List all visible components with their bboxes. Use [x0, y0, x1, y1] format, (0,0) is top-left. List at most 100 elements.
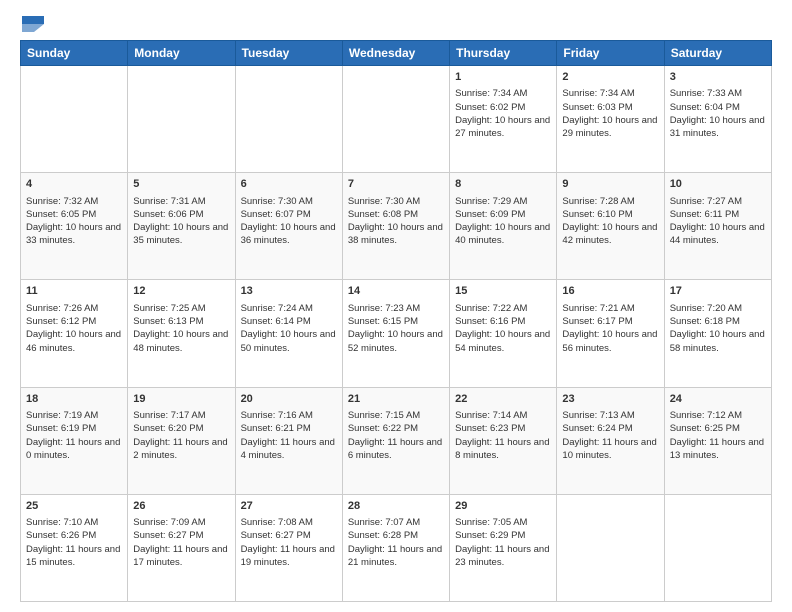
sunrise-text: Sunrise: 7:22 AM — [455, 302, 551, 315]
sunrise-text: Sunrise: 7:21 AM — [562, 302, 658, 315]
sunset-text: Sunset: 6:05 PM — [26, 208, 122, 221]
daylight-text: Daylight: 11 hours and 17 minutes. — [133, 543, 229, 570]
calendar-cell: 17Sunrise: 7:20 AMSunset: 6:18 PMDayligh… — [664, 280, 771, 387]
sunset-text: Sunset: 6:23 PM — [455, 422, 551, 435]
sunset-text: Sunset: 6:11 PM — [670, 208, 766, 221]
daylight-text: Daylight: 10 hours and 36 minutes. — [241, 221, 337, 248]
sunset-text: Sunset: 6:21 PM — [241, 422, 337, 435]
day-number: 12 — [133, 284, 229, 299]
daylight-text: Daylight: 10 hours and 46 minutes. — [26, 328, 122, 355]
day-of-week-header: Tuesday — [235, 41, 342, 66]
sunrise-text: Sunrise: 7:33 AM — [670, 87, 766, 100]
calendar-cell: 24Sunrise: 7:12 AMSunset: 6:25 PMDayligh… — [664, 387, 771, 494]
calendar-cell: 25Sunrise: 7:10 AMSunset: 6:26 PMDayligh… — [21, 494, 128, 601]
daylight-text: Daylight: 11 hours and 13 minutes. — [670, 436, 766, 463]
daylight-text: Daylight: 11 hours and 0 minutes. — [26, 436, 122, 463]
sunset-text: Sunset: 6:16 PM — [455, 315, 551, 328]
day-number: 23 — [562, 392, 658, 407]
daylight-text: Daylight: 10 hours and 58 minutes. — [670, 328, 766, 355]
calendar-cell: 19 Sunrise: 7:17 AMSunset: 6:20 PMDayligh… — [128, 387, 235, 494]
calendar-cell: 8Sunrise: 7:29 AMSunset: 6:09 PMDaylight… — [450, 173, 557, 280]
calendar-cell — [235, 66, 342, 173]
sunset-text: Sunset: 6:27 PM — [241, 529, 337, 542]
calendar-header-row: SundayMondayTuesdayWednesdayThursdayFrid… — [21, 41, 772, 66]
daylight-text: Daylight: 10 hours and 31 minutes. — [670, 114, 766, 141]
calendar-cell — [128, 66, 235, 173]
calendar-cell: 20Sunrise: 7:16 AMSunset: 6:21 PMDayligh… — [235, 387, 342, 494]
daylight-text: Daylight: 10 hours and 48 minutes. — [133, 328, 229, 355]
calendar-cell: 26Sunrise: 7:09 AMSunset: 6:27 PMDayligh… — [128, 494, 235, 601]
daylight-text: Daylight: 11 hours and 8 minutes. — [455, 436, 551, 463]
header — [20, 16, 772, 32]
daylight-text: Daylight: 11 hours and 10 minutes. — [562, 436, 658, 463]
calendar-cell — [342, 66, 449, 173]
daylight-text: Daylight: 11 hours and 19 minutes. — [241, 543, 337, 570]
sunset-text: Sunset: 6:26 PM — [26, 529, 122, 542]
day-number: 19 — [133, 392, 229, 407]
day-of-week-header: Monday — [128, 41, 235, 66]
sunset-text: Sunset: 6:08 PM — [348, 208, 444, 221]
calendar-cell: 7Sunrise: 7:30 AMSunset: 6:08 PMDaylight… — [342, 173, 449, 280]
day-number: 9 — [562, 177, 658, 192]
sunrise-text: Sunrise: 7:07 AM — [348, 516, 444, 529]
page: SundayMondayTuesdayWednesdayThursdayFrid… — [0, 0, 792, 612]
day-number: 13 — [241, 284, 337, 299]
sunset-text: Sunset: 6:28 PM — [348, 529, 444, 542]
calendar-cell: 10Sunrise: 7:27 AMSunset: 6:11 PMDayligh… — [664, 173, 771, 280]
sunrise-text: Sunrise: 7:20 AM — [670, 302, 766, 315]
calendar-cell: 14Sunrise: 7:23 AMSunset: 6:15 PMDayligh… — [342, 280, 449, 387]
sunset-text: Sunset: 6:20 PM — [133, 422, 229, 435]
sunset-text: Sunset: 6:13 PM — [133, 315, 229, 328]
calendar-cell: 15Sunrise: 7:22 AMSunset: 6:16 PMDayligh… — [450, 280, 557, 387]
day-number: 29 — [455, 499, 551, 514]
sunrise-text: Sunrise: 7:32 AM — [26, 195, 122, 208]
daylight-text: Daylight: 10 hours and 27 minutes. — [455, 114, 551, 141]
sunrise-text: Sunrise: 7:10 AM — [26, 516, 122, 529]
calendar-cell: 27 Sunrise: 7:08 AMSunset: 6:27 PMDayligh… — [235, 494, 342, 601]
sunset-text: Sunset: 6:17 PM — [562, 315, 658, 328]
sunset-text: Sunset: 6:29 PM — [455, 529, 551, 542]
daylight-text: Daylight: 10 hours and 52 minutes. — [348, 328, 444, 355]
sunset-text: Sunset: 6:15 PM — [348, 315, 444, 328]
calendar-cell: 4Sunrise: 7:32 AMSunset: 6:05 PMDaylight… — [21, 173, 128, 280]
daylight-text: Daylight: 10 hours and 42 minutes. — [562, 221, 658, 248]
sunrise-text: Sunrise: 7:09 AM — [133, 516, 229, 529]
calendar-cell: 13Sunrise: 7:24 AMSunset: 6:14 PMDayligh… — [235, 280, 342, 387]
day-number: 3 — [670, 70, 766, 85]
day-number: 2 — [562, 70, 658, 85]
calendar-cell: 23Sunrise: 7:13 AMSunset: 6:24 PMDayligh… — [557, 387, 664, 494]
daylight-text: Daylight: 11 hours and 15 minutes. — [26, 543, 122, 570]
logo-flag-icon — [22, 16, 44, 32]
sunrise-text: Sunrise: 7:24 AM — [241, 302, 337, 315]
calendar-cell: 6Sunrise: 7:30 AMSunset: 6:07 PMDaylight… — [235, 173, 342, 280]
calendar-cell — [557, 494, 664, 601]
sunrise-text: Sunrise: 7:30 AM — [348, 195, 444, 208]
calendar-cell: 5Sunrise: 7:31 AMSunset: 6:06 PMDaylight… — [128, 173, 235, 280]
calendar-week-row: 1Sunrise: 7:34 AMSunset: 6:02 PMDaylight… — [21, 66, 772, 173]
day-number: 7 — [348, 177, 444, 192]
day-number: 21 — [348, 392, 444, 407]
daylight-text: Daylight: 11 hours and 6 minutes. — [348, 436, 444, 463]
day-number: 16 — [562, 284, 658, 299]
day-number: 22 — [455, 392, 551, 407]
day-number: 14 — [348, 284, 444, 299]
daylight-text: Daylight: 10 hours and 56 minutes. — [562, 328, 658, 355]
calendar-cell: 9Sunrise: 7:28 AMSunset: 6:10 PMDaylight… — [557, 173, 664, 280]
day-number: 28 — [348, 499, 444, 514]
day-number: 15 — [455, 284, 551, 299]
daylight-text: Daylight: 10 hours and 50 minutes. — [241, 328, 337, 355]
daylight-text: Daylight: 11 hours and 2 minutes. — [133, 436, 229, 463]
day-of-week-header: Saturday — [664, 41, 771, 66]
sunrise-text: Sunrise: 7:08 AM — [241, 516, 337, 529]
calendar-cell: 18Sunrise: 7:19 AMSunset: 6:19 PMDayligh… — [21, 387, 128, 494]
day-number: 27 — [241, 499, 337, 514]
calendar-cell: 3Sunrise: 7:33 AMSunset: 6:04 PMDaylight… — [664, 66, 771, 173]
sunrise-text: Sunrise: 7:12 AM — [670, 409, 766, 422]
sunrise-text: Sunrise: 7:25 AM — [133, 302, 229, 315]
calendar-cell: 12 Sunrise: 7:25 AMSunset: 6:13 PMDayligh… — [128, 280, 235, 387]
sunset-text: Sunset: 6:19 PM — [26, 422, 122, 435]
day-number: 6 — [241, 177, 337, 192]
sunrise-text: Sunrise: 7:17 AM — [133, 409, 229, 422]
daylight-text: Daylight: 10 hours and 44 minutes. — [670, 221, 766, 248]
sunrise-text: Sunrise: 7:31 AM — [133, 195, 229, 208]
